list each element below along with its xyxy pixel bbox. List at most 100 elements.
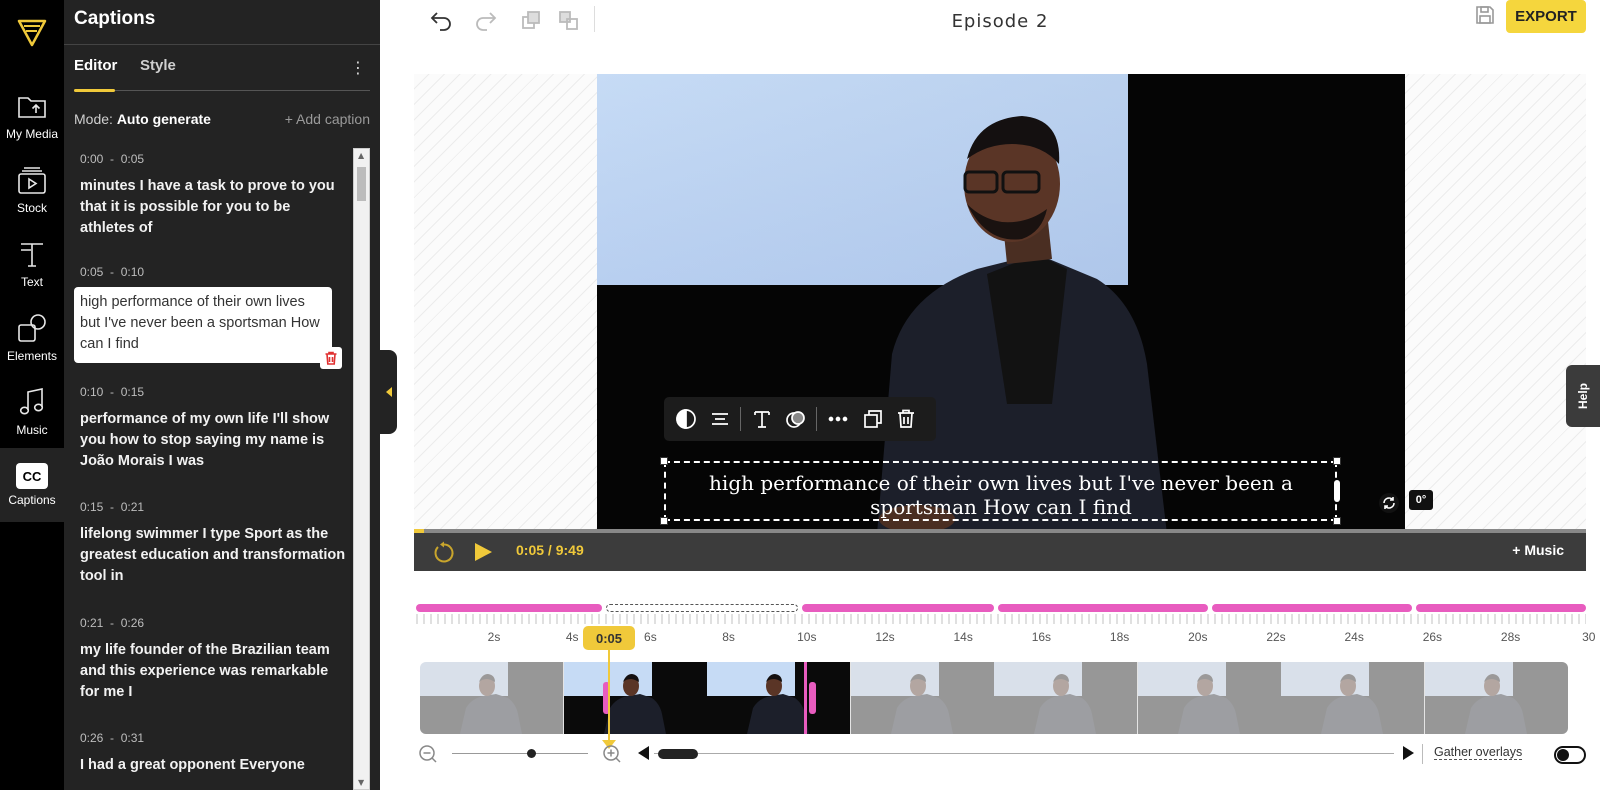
caption-segment[interactable]: [802, 604, 994, 612]
scroll-down-icon[interactable]: ▼: [358, 778, 364, 787]
bring-forward-button[interactable]: [518, 8, 544, 32]
chevron-left-icon: [385, 387, 392, 397]
ruler-label: 30: [1582, 630, 1596, 644]
rail-label: Captions: [8, 493, 56, 507]
add-music-button[interactable]: + Music: [1512, 542, 1564, 558]
timeline-scroll-track[interactable]: [654, 753, 1394, 754]
filmstrip-frame: [850, 662, 994, 734]
delete-caption-button[interactable]: [320, 347, 342, 369]
project-title[interactable]: Episode 2: [900, 11, 1100, 32]
add-caption-button[interactable]: + Add caption: [285, 111, 370, 127]
help-label: Help: [1575, 382, 1590, 410]
more-options-icon[interactable]: ⋮: [350, 58, 366, 78]
undo-button[interactable]: [428, 8, 454, 32]
timeline-tick-strip: [416, 614, 1586, 624]
caption-start: 0:10: [80, 385, 104, 399]
clip-trim-handle-right[interactable]: [809, 682, 816, 714]
resize-handle-tr[interactable]: [1333, 457, 1341, 465]
ruler-label: 8s: [722, 630, 735, 644]
toolbar-divider: [816, 407, 817, 431]
resize-handle-bl[interactable]: [660, 517, 668, 525]
playhead-time-badge[interactable]: 0:05: [583, 626, 635, 650]
play-icon[interactable]: [472, 541, 494, 563]
delete-button[interactable]: [894, 407, 918, 431]
caption-text[interactable]: lifelong swimmer I type Sport as the gre…: [80, 524, 348, 587]
ruler-label: 20s: [1188, 630, 1208, 644]
caption-item[interactable]: 0:10 - 0:15 performance of my own life I…: [80, 385, 348, 472]
rotate-icon[interactable]: [1378, 492, 1400, 514]
help-button[interactable]: Help: [1566, 365, 1600, 427]
resize-handle-br[interactable]: [1333, 517, 1341, 525]
timeline-scroll-left-icon[interactable]: [638, 746, 649, 760]
zoom-slider-track[interactable]: [452, 753, 588, 754]
rail-captions[interactable]: CC Captions: [0, 448, 64, 522]
time-separator: -: [110, 731, 115, 745]
contrast-button[interactable]: [674, 407, 698, 431]
timeline-scroll-right-icon[interactable]: [1403, 746, 1414, 760]
left-rail: My Media Stock Text Elements Music CC Ca…: [0, 0, 64, 790]
caption-text[interactable]: minutes I have a task to prove to you th…: [80, 176, 348, 239]
more-button[interactable]: [826, 407, 850, 431]
caption-item[interactable]: 0:00 - 0:05 minutes I have a task to pro…: [80, 152, 348, 239]
caption-text-editor[interactable]: high performance of their own lives but …: [74, 287, 332, 363]
filmstrip-frame: [1137, 662, 1281, 734]
caption-item[interactable]: 0:15 - 0:21 lifelong swimmer I type Spor…: [80, 500, 348, 587]
caption-list: 0:00 - 0:05 minutes I have a task to pro…: [64, 150, 354, 790]
time-readout: 0:05 / 9:49: [516, 542, 584, 558]
time-separator: -: [110, 265, 115, 279]
redo-button[interactable]: [473, 8, 499, 32]
caption-segment[interactable]: [416, 604, 602, 612]
gather-overlays-label[interactable]: Gather overlays: [1434, 745, 1523, 760]
tab-style[interactable]: Style: [140, 57, 176, 74]
caption-segment[interactable]: [1212, 604, 1412, 612]
rail-music[interactable]: Music: [0, 374, 64, 448]
caption-end: 0:26: [120, 616, 145, 630]
resize-handle-tl[interactable]: [660, 457, 668, 465]
ruler-label: 24s: [1344, 630, 1364, 644]
rail-stock[interactable]: Stock: [0, 152, 64, 226]
app-logo-icon[interactable]: [16, 16, 48, 48]
color-button[interactable]: [784, 407, 808, 431]
caption-item-editing[interactable]: 0:05 - 0:10 high performance of their ow…: [74, 265, 348, 369]
rail-text[interactable]: Text: [0, 226, 64, 300]
caption-text[interactable]: my life founder of the Brazilian team an…: [80, 640, 348, 703]
caption-list-scrollbar[interactable]: ▲ ▼: [353, 148, 370, 790]
caption-start: 0:00: [80, 152, 104, 166]
scrollbar-thumb[interactable]: [357, 167, 366, 201]
timeline-scroll-thumb[interactable]: [658, 749, 698, 759]
gather-overlays-toggle[interactable]: [1554, 746, 1586, 764]
duplicate-button[interactable]: [861, 407, 885, 431]
resize-handle-right[interactable]: [1334, 480, 1340, 502]
align-button[interactable]: [708, 407, 732, 431]
replay-icon[interactable]: [432, 541, 456, 565]
duplicate-icon: [864, 410, 882, 428]
caption-item[interactable]: 0:26 - 0:31 I had a great opponent Every…: [80, 731, 348, 776]
zoom-in-icon[interactable]: [602, 744, 622, 764]
tabs-underline: [74, 90, 370, 91]
playhead-line[interactable]: [608, 650, 610, 745]
tab-editor[interactable]: Editor: [74, 57, 117, 74]
text-format-button[interactable]: [750, 407, 774, 431]
rail-elements[interactable]: Elements: [0, 300, 64, 374]
divider: [1422, 744, 1423, 764]
caption-overlay-box[interactable]: high performance of their own lives but …: [664, 461, 1337, 521]
caption-text[interactable]: I had a great opponent Everyone: [80, 755, 348, 776]
caption-segment[interactable]: [1416, 604, 1586, 612]
export-button[interactable]: EXPORT: [1506, 0, 1586, 33]
filmstrip-frame: [994, 662, 1137, 734]
collapse-panel-button[interactable]: [380, 350, 397, 434]
caption-text[interactable]: performance of my own life I'll show you…: [80, 409, 348, 472]
caption-segment-selected[interactable]: [606, 604, 798, 612]
zoom-slider-knob[interactable]: [527, 749, 536, 758]
caption-overlay-text[interactable]: high performance of their own lives but …: [676, 471, 1326, 519]
scroll-up-icon[interactable]: ▲: [358, 151, 364, 160]
save-icon[interactable]: [1474, 4, 1496, 26]
send-backward-button[interactable]: [556, 8, 582, 32]
caption-item[interactable]: 0:21 - 0:26 my life founder of the Brazi…: [80, 616, 348, 703]
trash-icon: [898, 409, 914, 428]
ruler-label: 26s: [1422, 630, 1443, 644]
zoom-out-icon[interactable]: [418, 744, 438, 764]
caption-segment[interactable]: [998, 604, 1208, 612]
rail-my-media[interactable]: My Media: [0, 78, 64, 152]
toolbar-divider: [740, 407, 741, 431]
